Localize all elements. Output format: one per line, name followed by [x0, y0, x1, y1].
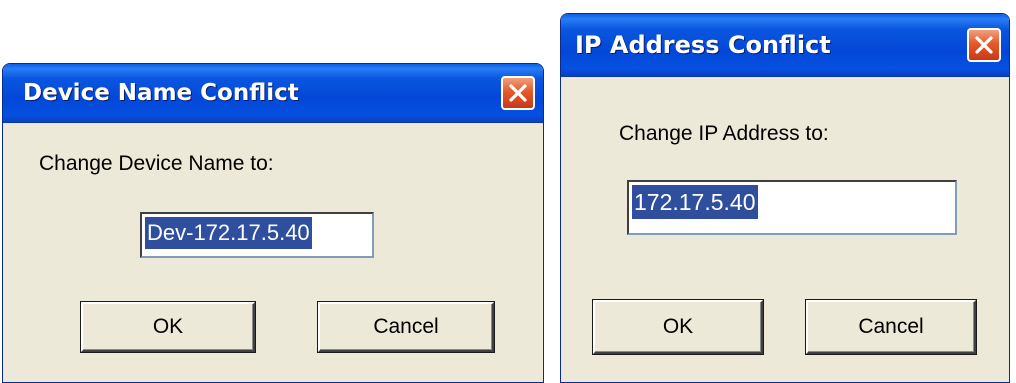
- ip-address-prompt: Change IP Address to:: [619, 122, 829, 145]
- device-name-value: Dev-172.17.5.40: [145, 217, 312, 249]
- close-icon: [975, 36, 993, 54]
- device-dialog-close-button[interactable]: [501, 76, 535, 110]
- ip-cancel-button[interactable]: Cancel: [806, 300, 976, 354]
- ip-dialog-close-button[interactable]: [967, 28, 1001, 62]
- ip-ok-button[interactable]: OK: [593, 300, 763, 354]
- device-name-conflict-dialog: Device Name Conflict Change Device Name …: [2, 63, 544, 383]
- ip-dialog-titlebar[interactable]: IP Address Conflict: [561, 14, 1009, 77]
- ip-dialog-title: IP Address Conflict: [575, 31, 831, 59]
- ip-address-input[interactable]: 172.17.5.40: [627, 180, 957, 235]
- ip-address-value: 172.17.5.40: [632, 185, 758, 219]
- close-icon: [509, 84, 527, 102]
- device-dialog-titlebar[interactable]: Device Name Conflict: [3, 64, 543, 123]
- device-name-prompt: Change Device Name to:: [39, 152, 274, 175]
- device-cancel-button[interactable]: Cancel: [318, 302, 494, 352]
- device-ok-button[interactable]: OK: [81, 302, 255, 352]
- device-name-input[interactable]: Dev-172.17.5.40: [140, 212, 374, 258]
- ip-address-conflict-dialog: IP Address Conflict Change IP Address to…: [560, 13, 1010, 383]
- device-dialog-title: Device Name Conflict: [23, 80, 299, 106]
